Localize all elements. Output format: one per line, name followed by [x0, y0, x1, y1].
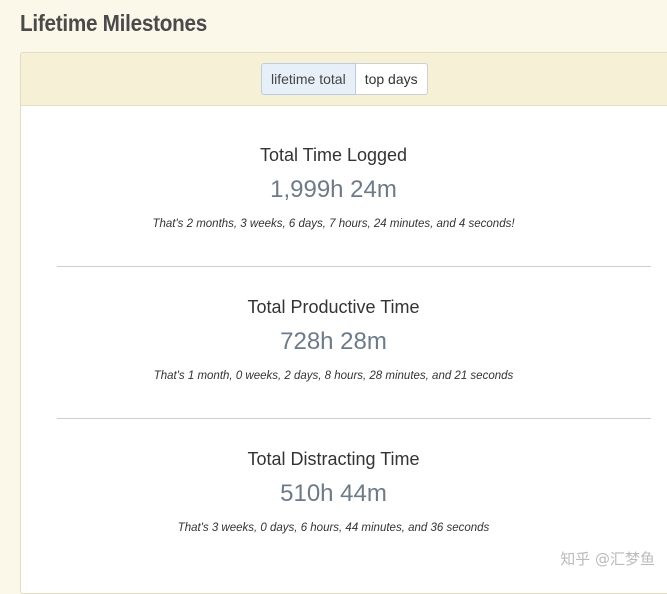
- milestone-productive-time: Total Productive Time 728h 28m That's 1 …: [0, 295, 667, 384]
- milestone-detail: That's 3 weeks, 0 days, 6 hours, 44 minu…: [177, 522, 490, 534]
- milestone-detail: That's 1 month, 0 weeks, 2 days, 8 hours…: [153, 370, 514, 382]
- tab-top-days[interactable]: top days: [355, 63, 428, 95]
- page-title: Lifetime Milestones: [20, 10, 207, 36]
- panel-header: lifetime total top days: [21, 53, 667, 106]
- milestone-label: Total Distracting Time: [247, 449, 420, 469]
- milestone-detail: That's 2 months, 3 weeks, 6 days, 7 hour…: [152, 218, 515, 230]
- tab-lifetime-total[interactable]: lifetime total: [261, 63, 356, 95]
- divider: [57, 266, 651, 267]
- divider: [57, 418, 651, 419]
- milestone-label: Total Productive Time: [247, 297, 420, 317]
- watermark: 知乎 @汇梦鱼: [560, 548, 655, 569]
- watermark-text: 知乎 @汇梦鱼: [560, 550, 655, 568]
- view-toggle: lifetime total top days: [261, 63, 428, 95]
- milestone-value: 510h 44m: [280, 480, 387, 507]
- milestone-total-time: Total Time Logged 1,999h 24m That's 2 mo…: [0, 143, 667, 232]
- milestone-label: Total Time Logged: [259, 145, 408, 165]
- milestone-distracting-time: Total Distracting Time 510h 44m That's 3…: [0, 447, 667, 536]
- milestone-value: 728h 28m: [280, 328, 387, 355]
- milestone-value: 1,999h 24m: [270, 176, 397, 203]
